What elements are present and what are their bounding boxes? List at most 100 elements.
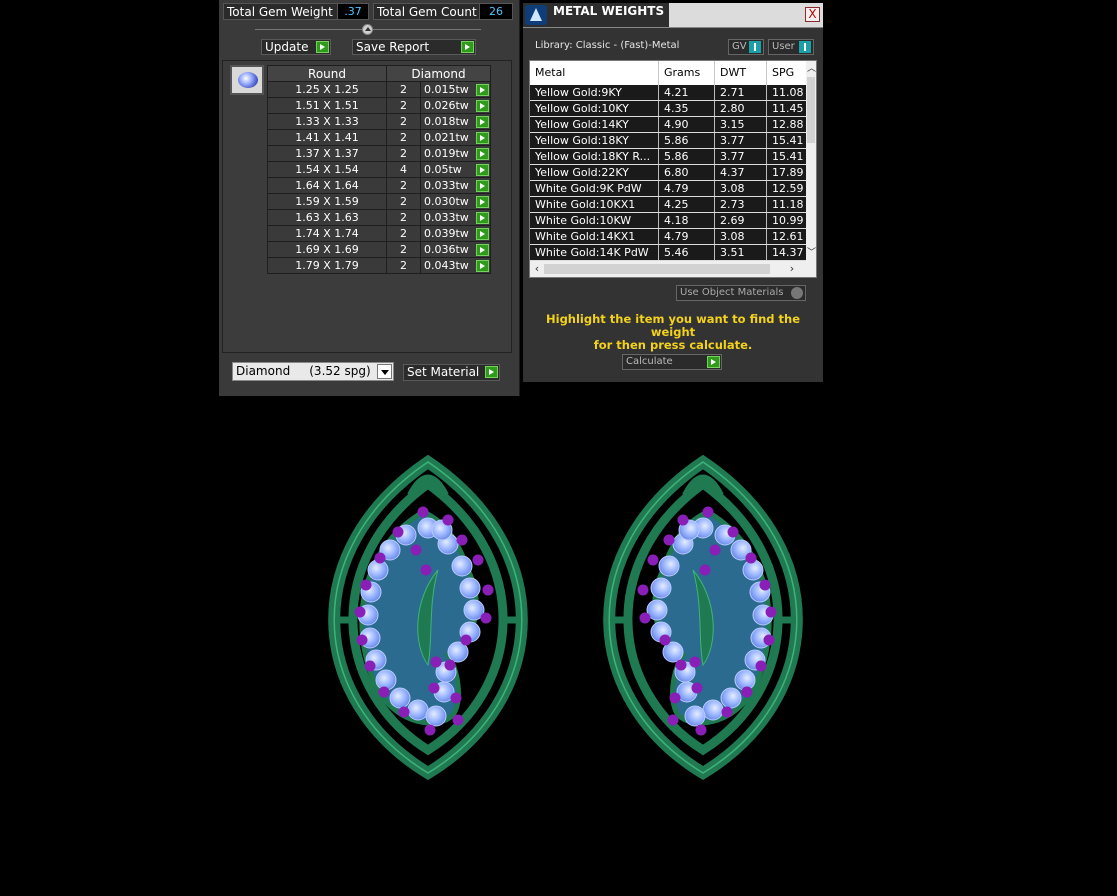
metal-row[interactable]: Yellow Gold:9KY 4.21 2.71 11.08 <box>530 85 808 101</box>
play-icon[interactable] <box>476 164 489 176</box>
prong <box>647 554 659 566</box>
play-icon[interactable] <box>476 228 489 240</box>
update-label: Update <box>265 40 309 54</box>
metal-name: Yellow Gold:22KY <box>530 165 659 180</box>
set-material-button[interactable]: Set Material <box>403 364 500 381</box>
play-icon[interactable] <box>476 180 489 192</box>
scrollbar-thumb[interactable] <box>807 77 815 143</box>
prong <box>374 552 386 564</box>
metal-name: White Gold:9K PdW <box>530 181 659 196</box>
metal-row[interactable]: Yellow Gold:18KY 5.86 3.77 15.41 <box>530 133 808 149</box>
calculate-label: Calculate <box>626 356 673 367</box>
metal-grams: 4.21 <box>659 85 715 100</box>
gem-weight: 0.05tw <box>420 161 491 178</box>
column-header-stone: Diamond <box>386 65 491 82</box>
use-object-materials-toggle[interactable]: Use Object Materials <box>676 285 806 301</box>
gem-row[interactable]: 1.25 X 1.25 2 0.015tw <box>267 81 491 98</box>
metal-row[interactable]: Yellow Gold:14KY 4.90 3.15 12.88 <box>530 117 808 133</box>
column-header-dwt[interactable]: DWT <box>715 61 767 85</box>
metal-name: Yellow Gold:9KY <box>530 85 659 100</box>
gem-weight: 0.033tw <box>420 177 491 194</box>
scroll-left-icon[interactable]: ‹ <box>531 261 543 277</box>
material-select[interactable]: Diamond (3.52 spg) <box>232 362 394 381</box>
prong <box>639 612 651 624</box>
play-icon[interactable] <box>476 196 489 208</box>
gem-row[interactable]: 1.74 X 1.74 2 0.039tw <box>267 225 491 242</box>
metal-row[interactable]: White Gold:14K PdW 5.46 3.51 14.37 <box>530 245 808 261</box>
play-icon[interactable] <box>476 244 489 256</box>
gem-row[interactable]: 1.51 X 1.51 2 0.026tw <box>267 97 491 114</box>
metal-row[interactable]: Yellow Gold:18KY R... 5.86 3.77 15.41 <box>530 149 808 165</box>
gem-weight-value: 0.030tw <box>424 195 469 208</box>
play-icon <box>707 356 720 368</box>
metal-row[interactable]: White Gold:10KW 4.18 2.69 10.99 <box>530 213 808 229</box>
column-header-metal[interactable]: Metal <box>530 61 659 85</box>
gem-row[interactable]: 1.59 X 1.59 2 0.030tw <box>267 193 491 210</box>
gem-row[interactable]: 1.64 X 1.64 2 0.033tw <box>267 177 491 194</box>
metal-dwt: 4.37 <box>715 165 767 180</box>
play-icon[interactable] <box>476 148 489 160</box>
gem-weight: 0.030tw <box>420 193 491 210</box>
prong <box>360 579 372 591</box>
metal-row[interactable]: White Gold:10KX1 4.25 2.73 11.18 <box>530 197 808 213</box>
gem-weight: 0.043tw <box>420 257 491 274</box>
metal-spg: 14.37 <box>772 246 804 259</box>
model-viewport[interactable] <box>300 440 830 800</box>
play-icon[interactable] <box>476 260 489 272</box>
prong <box>392 526 404 538</box>
earring-right <box>603 454 803 781</box>
gem-row[interactable]: 1.69 X 1.69 2 0.036tw <box>267 241 491 258</box>
dropdown-arrow-icon[interactable] <box>377 364 392 379</box>
metal-row[interactable]: White Gold:14KX1 4.79 3.08 12.61 <box>530 229 808 245</box>
metal-row[interactable]: Yellow Gold:22KY 6.80 4.37 17.89 <box>530 165 808 181</box>
column-header-spg[interactable]: SPG <box>767 61 808 85</box>
save-report-button[interactable]: Save Report <box>352 39 476 55</box>
metal-spg: 11.45 <box>772 102 804 115</box>
play-icon <box>316 41 329 53</box>
prong <box>417 506 429 518</box>
play-icon[interactable] <box>476 212 489 224</box>
metal-grams: 6.80 <box>659 165 715 180</box>
gem-quantity: 2 <box>386 177 421 194</box>
gem-row[interactable]: 1.37 X 1.37 2 0.019tw <box>267 145 491 162</box>
prong <box>741 686 753 698</box>
close-icon[interactable]: X <box>805 7 820 22</box>
play-icon[interactable] <box>476 132 489 144</box>
gem-row[interactable]: 1.63 X 1.63 2 0.033tw <box>267 209 491 226</box>
gem-row[interactable]: 1.33 X 1.33 2 0.018tw <box>267 113 491 130</box>
scrollbar-thumb[interactable] <box>544 264 770 274</box>
metal-name: White Gold:10KW <box>530 213 659 228</box>
user-toggle[interactable]: User <box>768 39 814 55</box>
gv-toggle[interactable]: GV <box>728 39 764 55</box>
vertical-scrollbar[interactable]: ︿ ﹀ <box>806 61 816 261</box>
column-header-grams[interactable]: Grams <box>659 61 715 85</box>
gem-size: 1.79 X 1.79 <box>267 257 387 274</box>
diamond-stone <box>407 699 429 721</box>
play-icon[interactable] <box>476 84 489 96</box>
diamond-stone <box>684 705 706 727</box>
play-icon[interactable] <box>476 100 489 112</box>
gem-weight-value: 0.019tw <box>424 147 469 160</box>
horizontal-scrollbar[interactable]: ‹ › <box>530 261 816 277</box>
gem-size: 1.69 X 1.69 <box>267 241 387 258</box>
gem-weight-value: 0.036tw <box>424 243 469 256</box>
gem-thumbnail-icon[interactable] <box>230 65 264 95</box>
diamond-stone <box>658 555 680 577</box>
gem-size: 1.25 X 1.25 <box>267 81 387 98</box>
prong <box>354 606 366 618</box>
collapse-arrow-icon[interactable] <box>362 24 373 35</box>
scroll-right-icon[interactable]: › <box>786 261 798 277</box>
metal-name: Yellow Gold:18KY R... <box>530 149 659 164</box>
calculate-button[interactable]: Calculate <box>622 354 722 370</box>
gem-row[interactable]: 1.79 X 1.79 2 0.043tw <box>267 257 491 274</box>
prong <box>424 724 436 736</box>
scroll-up-icon[interactable]: ︿ <box>807 63 816 75</box>
gem-weight-value: 0.015tw <box>424 83 469 96</box>
scroll-down-icon[interactable]: ﹀ <box>807 247 816 259</box>
metal-row[interactable]: Yellow Gold:10KY 4.35 2.80 11.45 <box>530 101 808 117</box>
gem-row[interactable]: 1.54 X 1.54 4 0.05tw <box>267 161 491 178</box>
metal-row[interactable]: White Gold:9K PdW 4.79 3.08 12.59 <box>530 181 808 197</box>
play-icon[interactable] <box>476 116 489 128</box>
update-button[interactable]: Update <box>261 39 331 55</box>
gem-row[interactable]: 1.41 X 1.41 2 0.021tw <box>267 129 491 146</box>
